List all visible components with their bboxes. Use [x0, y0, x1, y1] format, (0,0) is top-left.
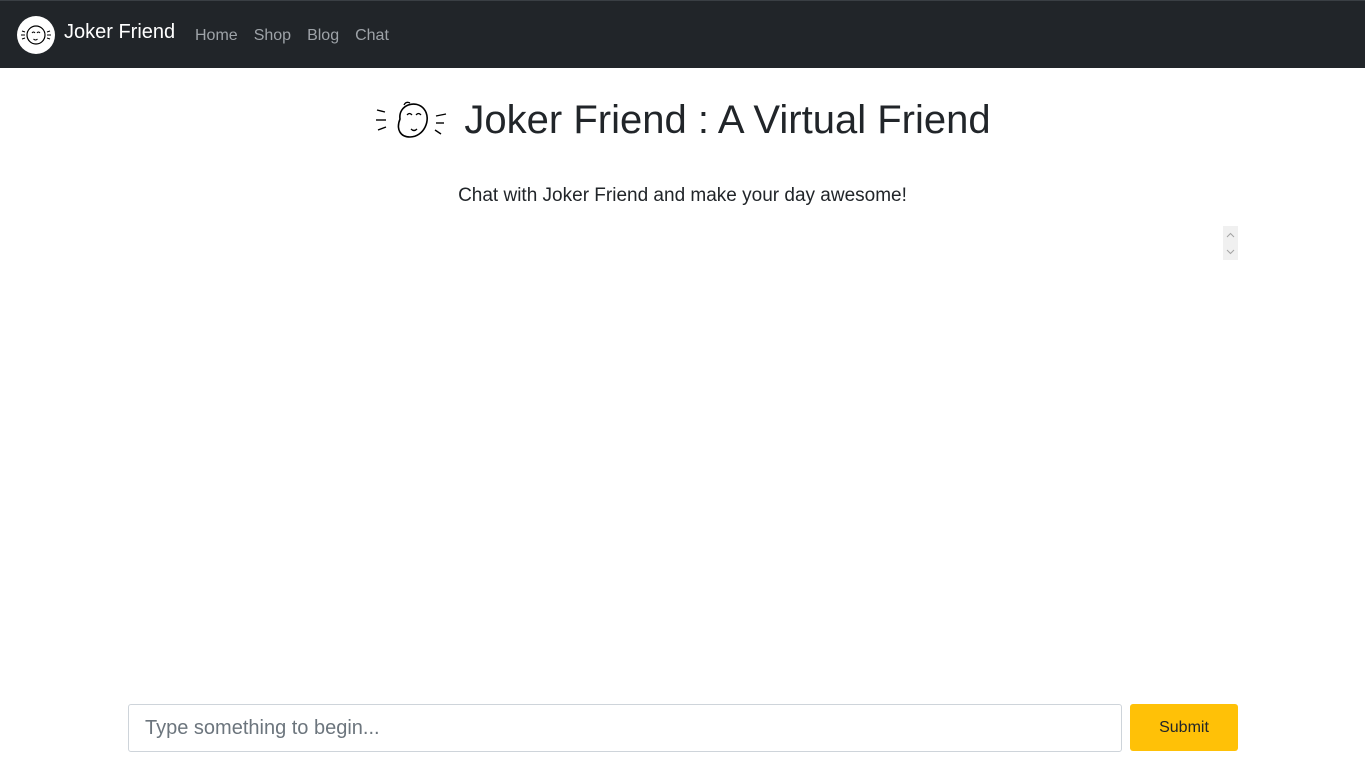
page-heading: Joker Friend : A Virtual Friend — [0, 92, 1365, 148]
nav-link-shop[interactable]: Shop — [254, 26, 291, 46]
joker-face-icon — [374, 93, 454, 143]
page-subtitle: Chat with Joker Friend and make your day… — [458, 185, 907, 206]
page-title: Joker Friend : A Virtual Friend — [464, 98, 991, 142]
nav-links: Home Shop Blog Chat — [195, 26, 405, 46]
joker-face-icon — [17, 16, 55, 54]
chat-input[interactable] — [128, 704, 1122, 752]
chevron-up-icon[interactable] — [1223, 227, 1238, 242]
nav-link-chat[interactable]: Chat — [355, 26, 389, 46]
brand-link[interactable]: Joker Friend — [17, 15, 175, 55]
nav-link-blog[interactable]: Blog — [307, 26, 339, 46]
submit-button[interactable]: Submit — [1130, 704, 1238, 751]
chat-input-row: Submit — [128, 704, 1238, 752]
chat-scrollbar[interactable] — [1223, 226, 1238, 260]
brand-name: Joker Friend — [64, 21, 176, 43]
chat-messages-area[interactable] — [128, 226, 1238, 686]
navbar: Joker Friend Home Shop Blog Chat — [0, 0, 1365, 68]
nav-link-home[interactable]: Home — [195, 26, 238, 46]
chevron-down-icon[interactable] — [1223, 244, 1238, 259]
